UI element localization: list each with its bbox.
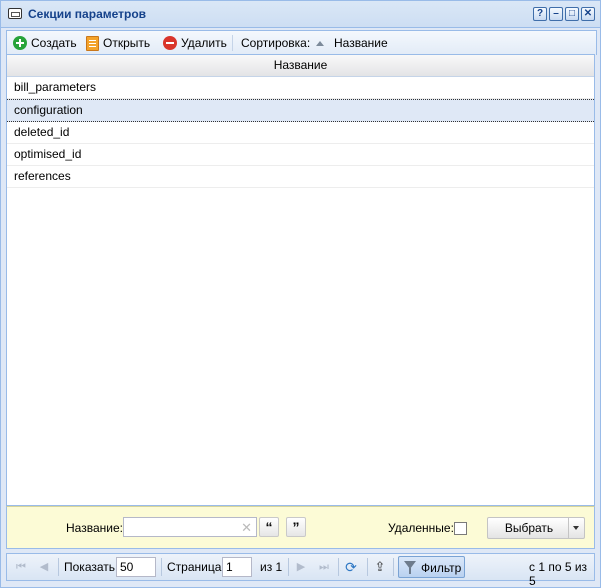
create-button[interactable]: Создать: [13, 34, 77, 52]
chevron-down-icon[interactable]: [568, 518, 584, 538]
pager-separator: [393, 558, 394, 576]
select-button[interactable]: Выбрать: [487, 517, 585, 539]
window-controls: ? – □ ✕: [533, 7, 595, 21]
sort-asc-icon: [316, 40, 324, 46]
table-row-selected[interactable]: configuration: [7, 99, 594, 122]
table-row[interactable]: references: [7, 166, 594, 188]
table-row[interactable]: optimised_id: [7, 144, 594, 166]
funnel-icon: [404, 561, 416, 574]
quote-close-button[interactable]: ”: [286, 517, 306, 537]
deleted-checkbox[interactable]: [454, 522, 467, 535]
pager-separator: [288, 558, 289, 576]
prev-page-icon[interactable]: ◀: [38, 561, 50, 573]
delete-button[interactable]: Удалить: [163, 34, 227, 52]
page-size-input[interactable]: 50: [116, 557, 156, 577]
clear-icon[interactable]: ✕: [241, 520, 252, 536]
pager-separator: [58, 558, 59, 576]
next-page-icon[interactable]: ▶: [295, 561, 307, 573]
open-button[interactable]: Открыть: [86, 34, 150, 52]
pager-separator: [367, 558, 368, 576]
window-icon: [8, 8, 22, 19]
window: Секции параметров ? – □ ✕ Создать Открыт…: [0, 0, 601, 588]
sort-label: Сортировка:: [241, 36, 311, 50]
page-label: Страница: [167, 560, 222, 574]
delete-label: Удалить: [181, 36, 227, 50]
pager-separator: [338, 558, 339, 576]
table-row[interactable]: bill_parameters: [7, 77, 594, 99]
page-count-label: из 1: [260, 560, 283, 574]
add-icon: [13, 36, 27, 50]
filter-label: Фильтр: [421, 561, 462, 575]
deleted-label: Удаленные:: [388, 521, 454, 535]
maximize-button[interactable]: □: [565, 7, 579, 21]
minus-icon: [163, 36, 177, 50]
minimize-button[interactable]: –: [549, 7, 563, 21]
name-filter-field[interactable]: ✕: [123, 517, 257, 537]
filter-toggle-button[interactable]: Фильтр: [398, 556, 465, 578]
column-header-name[interactable]: Название: [7, 55, 594, 77]
sort-field-label: Название: [334, 36, 388, 50]
sections-grid: Название bill_parameters configuration d…: [6, 54, 595, 506]
toolbar-separator: [232, 35, 233, 51]
create-label: Создать: [31, 36, 77, 50]
select-label: Выбрать: [504, 521, 554, 535]
page-number-input[interactable]: 1: [222, 557, 252, 577]
table-row[interactable]: deleted_id: [7, 122, 594, 144]
pager-separator: [161, 558, 162, 576]
show-label: Показать: [64, 560, 116, 574]
paging-toolbar: ⏮ ◀ Показать 50 Страница 1 из 1 ▶ ⏭ ⟳ ⇪ …: [6, 553, 595, 588]
sort-name-button[interactable]: Название: [316, 34, 388, 52]
paging-summary: с 1 по 5 из 5: [529, 560, 588, 588]
close-button[interactable]: ✕: [581, 7, 595, 21]
help-button[interactable]: ?: [533, 7, 547, 21]
title-bar: Секции параметров ? – □ ✕: [1, 1, 600, 28]
name-filter-input[interactable]: [124, 518, 242, 536]
filter-panel: Название: ✕ “ ” Удаленные: Выбрать: [6, 506, 595, 549]
open-label: Открыть: [103, 36, 151, 50]
refresh-icon[interactable]: ⟳: [345, 560, 357, 574]
quote-open-button[interactable]: “: [259, 517, 279, 537]
export-icon[interactable]: ⇪: [374, 560, 386, 573]
last-page-icon[interactable]: ⏭: [318, 561, 330, 573]
first-page-icon[interactable]: ⏮: [15, 561, 27, 573]
window-title: Секции параметров: [28, 7, 147, 21]
toolbar: Создать Открыть Удалить Сортировка: Назв…: [6, 30, 597, 55]
name-filter-label: Название:: [66, 521, 123, 535]
document-icon: [86, 35, 99, 51]
